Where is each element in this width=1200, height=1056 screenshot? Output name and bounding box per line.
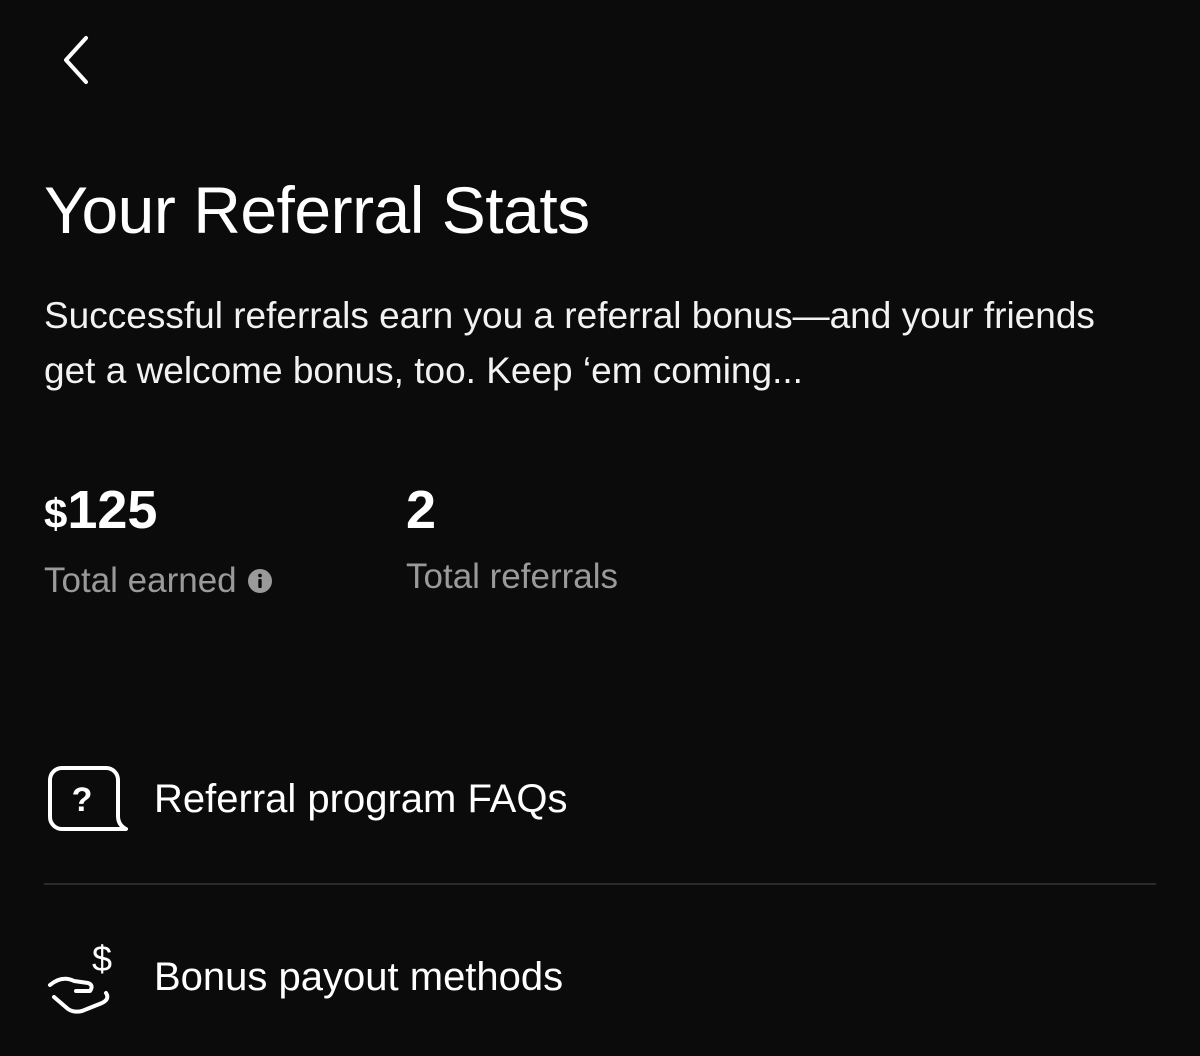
info-icon[interactable] [247, 568, 273, 594]
total-referrals-label-row: Total referrals [406, 555, 618, 599]
question-bubble-icon: ? [44, 754, 134, 844]
svg-text:?: ? [72, 781, 93, 819]
menu-item-bonus-payout[interactable]: $ Bonus payout methods [44, 922, 1156, 1032]
back-button[interactable] [44, 24, 108, 96]
menu-item-label: Bonus payout methods [154, 954, 564, 999]
menu-item-label: Referral program FAQs [154, 776, 568, 821]
stat-total-earned: $125 Total earned [44, 478, 273, 603]
stat-total-referrals: 2 Total referrals [406, 478, 618, 599]
currency-symbol: $ [44, 490, 68, 537]
total-referrals-label: Total referrals [406, 557, 619, 596]
total-earned-label: Total earned [44, 561, 237, 600]
page-title: Your Referral Stats [44, 173, 590, 247]
total-earned-amount: 125 [67, 480, 158, 540]
total-earned-value: $125 [44, 478, 273, 546]
chevron-left-icon [64, 36, 88, 84]
total-earned-label-row: Total earned [44, 559, 273, 603]
divider [44, 883, 1156, 885]
menu-item-referral-faqs[interactable]: ? Referral program FAQs [44, 744, 1156, 854]
total-referrals-value: 2 [406, 480, 437, 540]
hand-dollar-icon: $ [44, 932, 134, 1022]
page-description: Successful referrals earn you a referral… [44, 295, 1095, 391]
svg-text:$: $ [92, 938, 112, 979]
